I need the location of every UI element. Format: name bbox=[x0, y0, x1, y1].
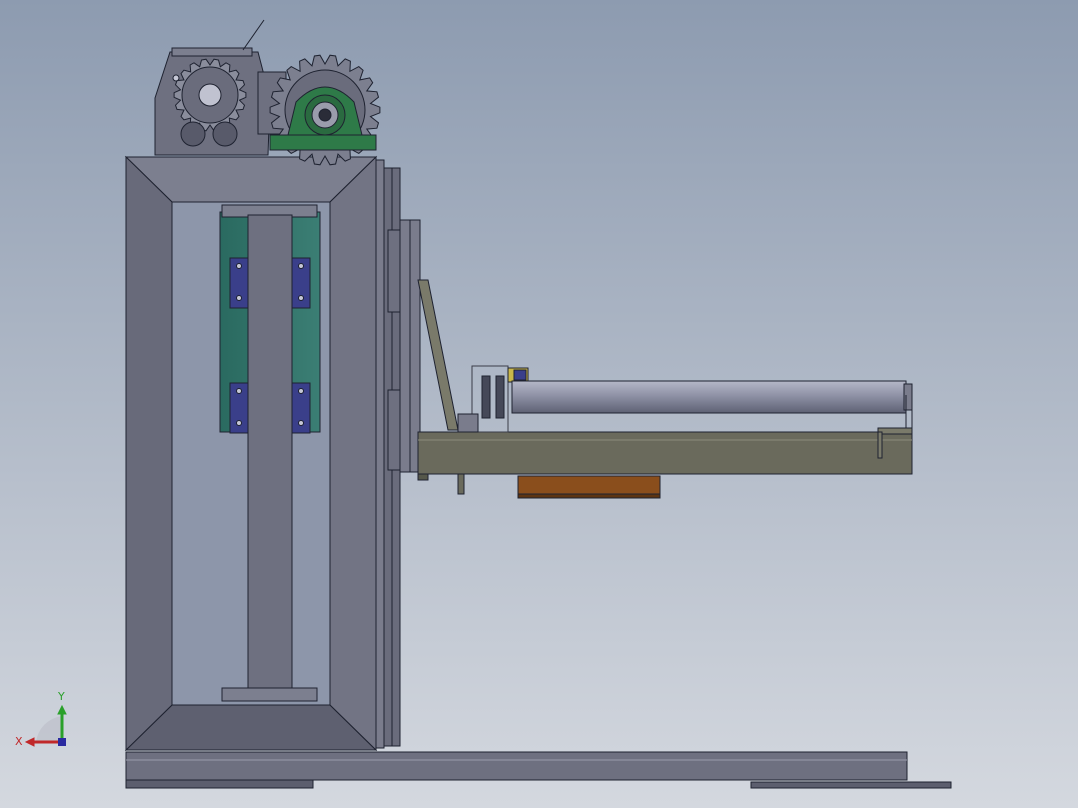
triad-x-label: X bbox=[15, 735, 23, 748]
triad-y-label: Y bbox=[57, 690, 65, 703]
cad-viewport[interactable]: X Y bbox=[0, 0, 1078, 808]
friction-pad bbox=[517, 475, 661, 499]
model-canvas[interactable]: X Y bbox=[0, 0, 1078, 808]
